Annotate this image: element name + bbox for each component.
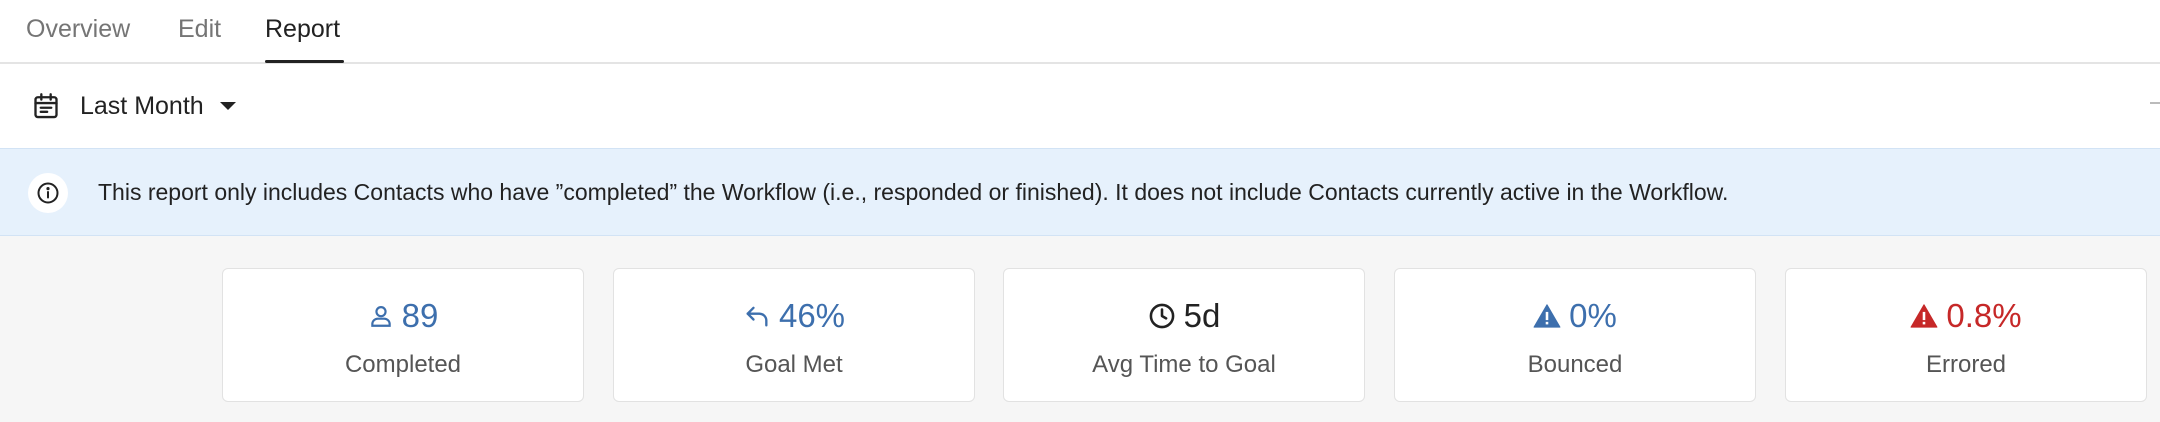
tab-report[interactable]: Report xyxy=(265,15,340,44)
stat-value: 89 xyxy=(401,297,439,334)
report-toolbar: Last Month xyxy=(0,64,2160,148)
tab-edit[interactable]: Edit xyxy=(178,15,221,44)
stat-card-completed: 89 Completed xyxy=(222,268,584,402)
stat-card-avg-time: 5d Avg Time to Goal xyxy=(1003,268,1365,402)
stat-label: Completed xyxy=(344,351,462,378)
stat-value: 46% xyxy=(778,297,846,334)
warning-icon xyxy=(1910,304,1938,328)
stat-label: Bounced xyxy=(1527,351,1623,378)
warning-icon xyxy=(1533,304,1561,328)
date-range-dropdown[interactable]: Last Month xyxy=(32,88,236,124)
stat-label: Errored xyxy=(1925,351,2007,378)
person-icon xyxy=(370,306,391,327)
stats-panel: 89 Completed 46% Goal Met 5d Avg Time to… xyxy=(0,236,2160,422)
stat-label: Avg Time to Goal xyxy=(1092,351,1276,378)
divider xyxy=(2150,102,2160,104)
info-icon xyxy=(28,173,68,213)
stat-value: 0% xyxy=(1569,297,1617,334)
tab-bar: Overview Edit Report xyxy=(0,0,2160,64)
date-range-label: Last Month xyxy=(80,91,204,120)
chevron-down-icon xyxy=(219,102,236,110)
stat-card-errored: 0.8% Errored xyxy=(1785,268,2147,402)
active-tab-indicator xyxy=(265,60,344,63)
clock-icon xyxy=(1149,303,1175,329)
info-banner-text: This report only includes Contacts who h… xyxy=(98,179,1729,205)
stat-card-goal-met: 46% Goal Met xyxy=(613,268,975,402)
stat-label: Goal Met xyxy=(745,351,843,378)
tab-overview[interactable]: Overview xyxy=(26,15,130,44)
reply-arrow-icon xyxy=(746,306,768,327)
stat-value: 5d xyxy=(1183,297,1221,334)
stat-value: 0.8% xyxy=(1946,297,2022,334)
info-banner: This report only includes Contacts who h… xyxy=(0,148,2160,236)
stat-card-bounced: 0% Bounced xyxy=(1394,268,1756,402)
calendar-icon xyxy=(34,93,58,119)
